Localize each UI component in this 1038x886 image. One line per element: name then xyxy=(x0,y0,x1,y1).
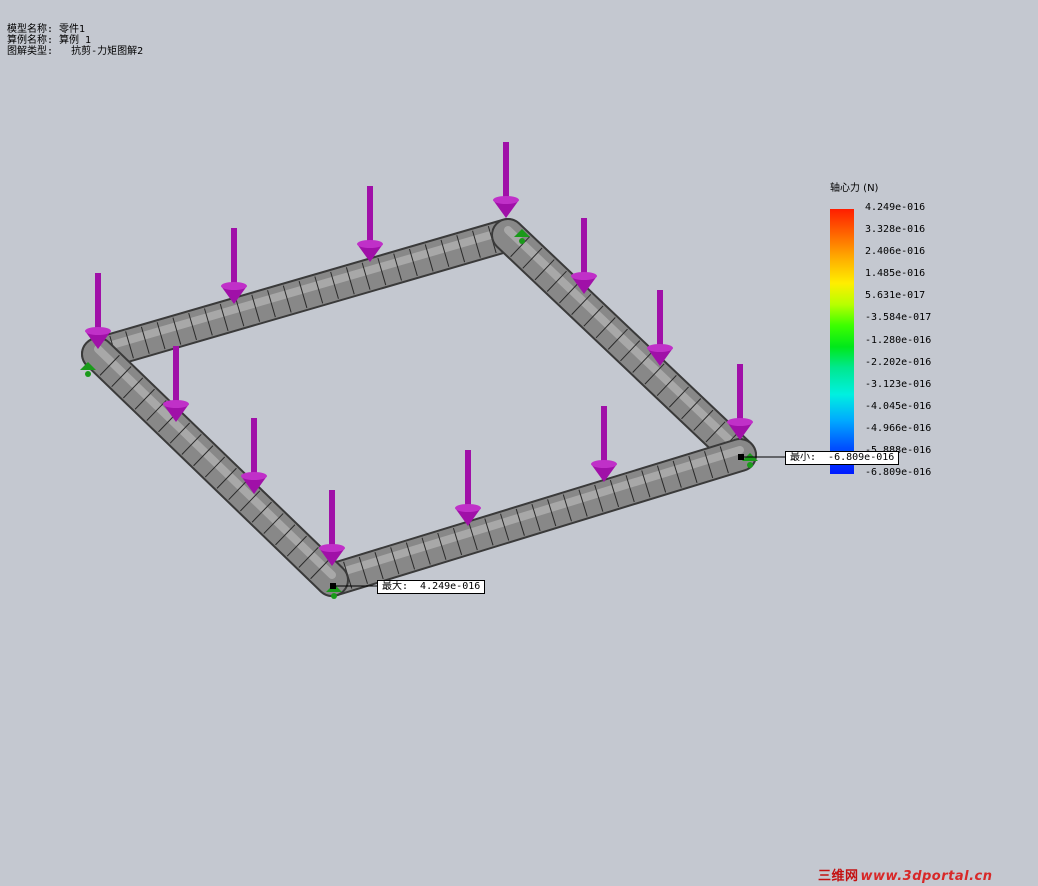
min-value-tag[interactable]: 最小: -6.809e-016 xyxy=(785,451,900,465)
load-arrow-icon xyxy=(221,228,247,304)
beam-highlight xyxy=(504,226,744,454)
legend-label: -1.280e-016 xyxy=(865,334,932,346)
watermark-cn: 三维网 xyxy=(818,869,859,884)
legend-label: -4.045e-016 xyxy=(865,400,932,412)
legend-label: -3.123e-016 xyxy=(865,378,932,390)
legend-label: 3.328e-016 xyxy=(865,224,926,236)
legend-label: -2.202e-016 xyxy=(865,356,932,368)
watermark: 三维网 www.3dportal.cn xyxy=(818,865,993,884)
load-arrow-icon xyxy=(455,450,481,526)
max-value-tag[interactable]: 最大: 4.249e-016 xyxy=(377,580,486,594)
load-arrow-icon xyxy=(591,406,617,482)
legend-label: -4.966e-016 xyxy=(865,422,932,434)
legend-label: -3.584e-017 xyxy=(865,312,932,324)
load-arrows xyxy=(85,142,753,566)
watermark-url: www.3dportal.cn xyxy=(860,869,993,884)
fixture-icon xyxy=(85,371,91,377)
legend-labels: 4.249e-016 3.328e-016 2.406e-016 1.485e-… xyxy=(865,201,931,488)
legend-label: 1.485e-016 xyxy=(865,268,926,280)
beam-frame xyxy=(81,218,757,597)
legend-label: 2.406e-016 xyxy=(865,246,926,258)
fixture-icon xyxy=(331,593,337,599)
legend-title: 轴心力 (N) xyxy=(830,183,879,194)
load-arrow-icon xyxy=(493,142,519,218)
color-scale-bar xyxy=(830,209,854,474)
legend-label: -6.809e-016 xyxy=(865,467,932,479)
legend-label: 4.249e-016 xyxy=(865,202,926,213)
legend-label: 5.631e-017 xyxy=(865,290,926,302)
fixture-icon xyxy=(519,238,525,244)
load-arrow-icon xyxy=(357,186,383,262)
fixture-icon xyxy=(747,462,753,468)
beam-highlight xyxy=(94,345,336,579)
